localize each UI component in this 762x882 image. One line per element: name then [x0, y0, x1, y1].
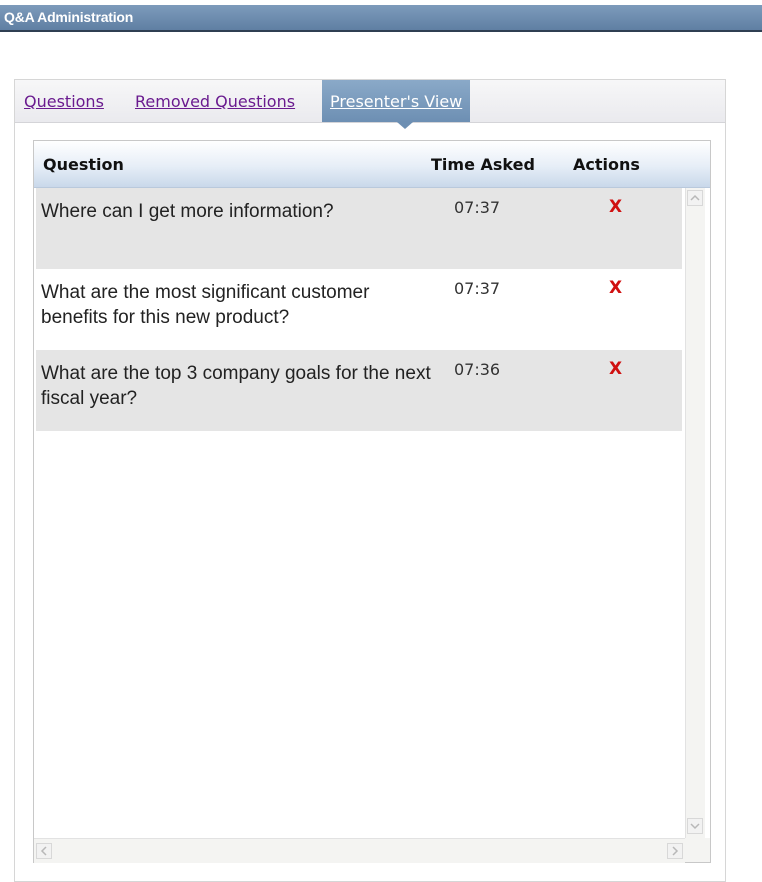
delete-question-x-icon[interactable]: X — [609, 359, 622, 379]
question-text: What are the most significant customer b… — [41, 282, 370, 328]
scroll-right-arrow-icon[interactable] — [667, 843, 683, 859]
table-row[interactable]: Where can I get more information? 07:37 … — [36, 188, 682, 269]
vertical-scrollbar[interactable] — [685, 188, 705, 838]
time-asked: 07:37 — [454, 279, 501, 298]
question-text: What are the top 3 company goals for the… — [41, 363, 431, 409]
title-bar: Q&A Administration — [0, 5, 762, 32]
scroll-up-arrow-icon[interactable] — [687, 190, 703, 206]
tab-presenters-view[interactable]: Presenter's View — [322, 80, 471, 122]
active-tab-pointer — [397, 122, 413, 129]
horizontal-scrollbar[interactable] — [34, 838, 685, 863]
column-header-time-asked[interactable]: Time Asked — [431, 155, 535, 174]
grid-rows: Where can I get more information? 07:37 … — [36, 188, 682, 431]
questions-grid: Question Time Asked Actions Where can I … — [33, 140, 711, 863]
column-header-question[interactable]: Question — [43, 155, 124, 174]
table-row[interactable]: What are the top 3 company goals for the… — [36, 350, 682, 431]
grid-header: Question Time Asked Actions — [34, 141, 710, 188]
scroll-down-arrow-icon[interactable] — [687, 818, 703, 834]
column-header-actions: Actions — [573, 155, 640, 174]
app-title: Q&A Administration — [4, 9, 134, 25]
question-text: Where can I get more information? — [41, 201, 334, 222]
tab-questions[interactable]: Questions — [24, 92, 104, 111]
time-asked: 07:37 — [454, 198, 501, 217]
qa-panel: Questions Removed Questions Presenter's … — [14, 79, 726, 882]
delete-question-x-icon[interactable]: X — [609, 278, 622, 298]
time-asked: 07:36 — [454, 360, 501, 379]
tab-bar: Questions Removed Questions Presenter's … — [15, 80, 725, 123]
tab-removed-questions[interactable]: Removed Questions — [135, 92, 295, 111]
table-row[interactable]: What are the most significant customer b… — [36, 269, 682, 350]
delete-question-x-icon[interactable]: X — [609, 197, 622, 217]
scroll-left-arrow-icon[interactable] — [36, 843, 52, 859]
scrollbar-corner — [685, 838, 710, 862]
